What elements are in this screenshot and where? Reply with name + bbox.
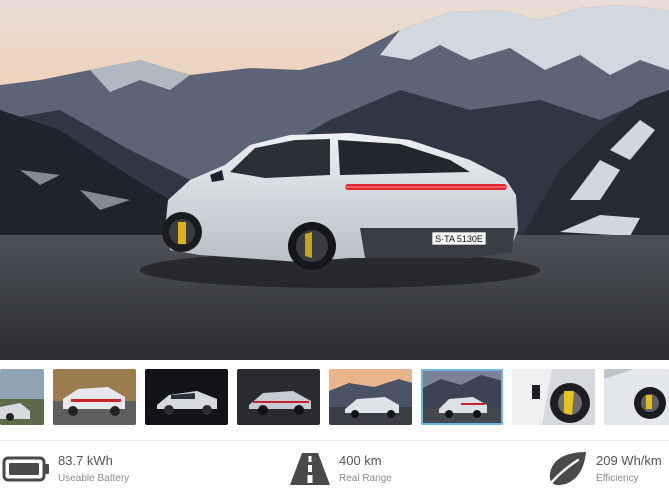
leaf-icon [546, 450, 588, 488]
efficiency-value: 209 Wh/km [596, 452, 662, 468]
range-label: Real Range [339, 472, 392, 484]
divider [0, 440, 669, 441]
thumbnail-4[interactable] [237, 369, 320, 425]
range-value: 400 km [339, 452, 382, 468]
thumbnail-5[interactable] [329, 369, 412, 425]
thumbnail-7[interactable] [512, 369, 595, 425]
plate-text: S·TA 5130E [435, 234, 483, 244]
thumbnail-2[interactable] [53, 369, 136, 425]
battery-icon [2, 456, 50, 482]
thumbnail-8[interactable] [604, 369, 669, 425]
hero-image: S·TA 5130E [0, 0, 669, 360]
thumbnail-1[interactable] [0, 369, 44, 425]
spec-battery: 83.7 kWh Useable Battery [2, 446, 129, 492]
battery-value: 83.7 kWh [58, 452, 113, 468]
thumbnail-gallery [0, 369, 669, 425]
thumbnail-6-selected[interactable] [421, 369, 503, 425]
efficiency-label: Efficiency [596, 472, 639, 484]
spec-bar: 83.7 kWh Useable Battery 400 km Real Ran… [0, 446, 669, 492]
spec-efficiency: 209 Wh/km Efficiency [546, 446, 662, 492]
spec-range: 400 km Real Range [289, 446, 392, 492]
road-icon [289, 452, 331, 486]
thumbnail-3[interactable] [145, 369, 228, 425]
battery-label: Useable Battery [58, 472, 130, 484]
